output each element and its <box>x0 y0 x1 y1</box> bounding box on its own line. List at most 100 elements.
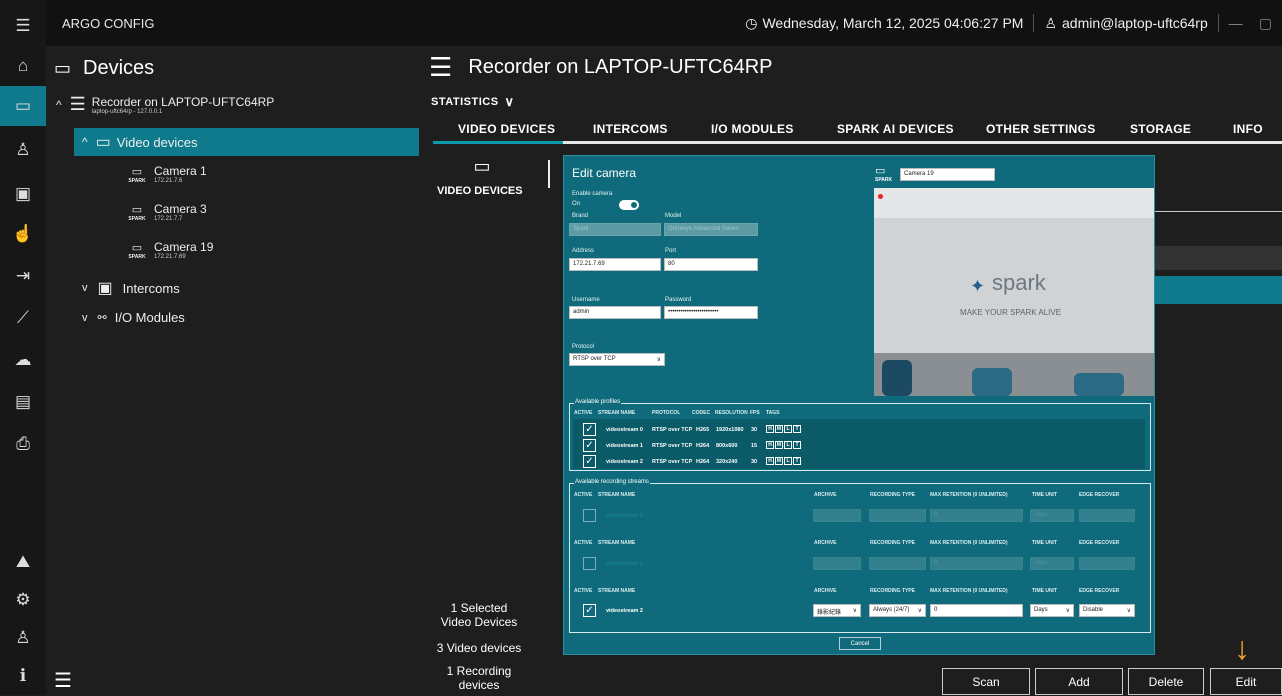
protocol-select[interactable]: RTSP over TCP ∨ <box>569 353 665 366</box>
devices-icon[interactable]: ▭ <box>0 86 46 126</box>
tag-t[interactable]: T <box>793 457 801 465</box>
port-input[interactable]: 80 <box>664 258 758 271</box>
tree-io-modules[interactable]: v ⚯ I/O Modules <box>82 310 185 325</box>
table-row[interactable]: ✓ videostream 2 RTSP over TCP H264 320x2… <box>570 454 1150 469</box>
rec-type-select[interactable] <box>869 557 926 570</box>
username-input[interactable]: admin <box>569 306 661 319</box>
rec-edge-select[interactable] <box>1079 557 1135 570</box>
enable-on-label: On <box>572 201 581 207</box>
rec-edge-select[interactable]: Disable ∨ <box>1079 604 1135 617</box>
rec-type-select[interactable] <box>869 509 926 522</box>
argo-logo-icon[interactable]: ⛰ <box>0 542 46 582</box>
cancel-button[interactable]: Cancel <box>839 637 881 650</box>
restore-icon[interactable]: ▢ <box>1259 15 1272 32</box>
brand-select[interactable]: Spark <box>569 223 661 236</box>
tag-m[interactable]: M <box>775 457 783 465</box>
settings-icon[interactable]: ⚙ <box>0 580 46 620</box>
tab-video-devices[interactable]: VIDEO DEVICES <box>458 122 555 136</box>
table-row[interactable]: ✓ videostream 0 RTSP over TCP H265 1920x… <box>570 422 1150 437</box>
tab-io-modules[interactable]: I/O MODULES <box>711 122 794 136</box>
profile-col-fps: FPS <box>750 410 760 416</box>
recorder-subtitle: laptop-uftc64rp - 127.0.0.1 <box>91 108 163 115</box>
tag-h[interactable]: H <box>766 441 774 449</box>
rec-unit-select[interactable]: Days <box>1030 557 1074 570</box>
tab-info[interactable]: INFO <box>1233 122 1263 136</box>
add-button[interactable]: Add <box>1035 668 1123 695</box>
rec-checkbox[interactable]: ✓ <box>583 604 596 617</box>
tree-camera-3[interactable]: ▭ SPARK Camera 3 172.21.7.7 <box>126 202 206 222</box>
address-input[interactable]: 172.21.7.69 <box>569 258 661 271</box>
profile-checkbox[interactable]: ✓ <box>583 439 596 452</box>
tree-recorder[interactable]: ^ ☰ Recorder on LAPTOP-UFTC64RP laptop-u… <box>56 94 274 115</box>
minimize-icon[interactable]: — <box>1229 15 1243 31</box>
statistics-label: STATISTICS <box>431 96 499 108</box>
analytics-icon[interactable]: ⟋ <box>0 298 46 338</box>
info-icon[interactable]: ℹ <box>0 656 46 696</box>
enable-camera-toggle[interactable] <box>619 200 639 210</box>
table-row[interactable]: ✓ videostream 1 RTSP over TCP H264 800x6… <box>570 438 1150 453</box>
rec-archive-select[interactable] <box>813 557 861 570</box>
home-icon[interactable]: ⌂ <box>0 46 46 86</box>
edit-button[interactable]: Edit <box>1210 668 1282 695</box>
rec-checkbox[interactable] <box>583 557 596 570</box>
chevron-up-icon[interactable]: ^ <box>56 98 62 112</box>
tag-t[interactable]: T <box>793 441 801 449</box>
password-input[interactable]: •••••••••••••••••••••••• <box>664 306 758 319</box>
tag-h[interactable]: H <box>766 457 774 465</box>
users-icon[interactable]: ♙ <box>0 130 46 170</box>
tag-t[interactable]: T <box>793 425 801 433</box>
profile-checkbox[interactable]: ✓ <box>583 423 596 436</box>
rec-retention-input[interactable]: 0 <box>930 509 1023 522</box>
statistics-toggle[interactable]: STATISTICS ∨ <box>431 94 515 110</box>
table-row[interactable]: videostream 1 0 Days <box>570 554 1150 574</box>
tab-storage[interactable]: STORAGE <box>1130 122 1191 136</box>
tab-intercoms[interactable]: INTERCOMS <box>593 122 668 136</box>
chevron-down-icon[interactable]: v <box>82 282 88 294</box>
document-icon[interactable]: ▤ <box>0 382 46 422</box>
tab-other-settings[interactable]: OTHER SETTINGS <box>986 122 1096 136</box>
rec-edge-select[interactable] <box>1079 509 1135 522</box>
table-row[interactable]: ✓ videostream 2 錄影紀錄 ∨ Always (24/7) ∨ 0 D… <box>570 601 1150 621</box>
tree-camera-19[interactable]: ▭ SPARK Camera 19 172.21.7.69 <box>126 240 213 260</box>
tag-m[interactable]: M <box>775 441 783 449</box>
tree-video-devices[interactable]: ^ ▭ Video devices <box>74 128 419 156</box>
printer-icon[interactable]: ⎙ <box>0 424 46 464</box>
rec-archive-select[interactable]: 錄影紀錄 ∨ <box>813 604 861 617</box>
rec-checkbox[interactable] <box>583 509 596 522</box>
model-select[interactable]: Omnieye Advanced Series <box>664 223 758 236</box>
scan-button[interactable]: Scan <box>942 668 1030 695</box>
rec-archive-select[interactable] <box>813 509 861 522</box>
hamburger-menu-icon[interactable]: ☰ <box>0 6 46 46</box>
chevron-up-icon[interactable]: ^ <box>82 135 88 149</box>
monitor-icon[interactable]: ▣ <box>0 174 46 214</box>
delete-button[interactable]: Delete <box>1128 668 1204 695</box>
profile-checkbox[interactable]: ✓ <box>583 455 596 468</box>
camera-ip: 172.21.7.69 <box>154 254 186 260</box>
current-user[interactable]: admin@laptop-uftc64rp <box>1062 15 1208 31</box>
rec-unit-select[interactable]: Days <box>1030 509 1074 522</box>
side-label: VIDEO DEVICES <box>437 185 523 197</box>
profile-tags: HMLT <box>766 457 802 465</box>
tab-spark-ai-devices[interactable]: SPARK AI DEVICES <box>837 122 954 136</box>
rec-retention-input[interactable]: 0 <box>930 557 1023 570</box>
table-row[interactable]: videostream 0 0 Days <box>570 506 1150 526</box>
chevron-down-icon[interactable]: v <box>82 312 88 324</box>
rec-type-select[interactable]: Always (24/7) ∨ <box>869 604 926 617</box>
rec-unit-value: Days <box>1034 607 1048 613</box>
tag-h[interactable]: H <box>766 425 774 433</box>
tag-m[interactable]: M <box>775 425 783 433</box>
rec-retention-input[interactable]: 0 <box>930 604 1023 617</box>
user-icon[interactable]: ♙ <box>0 618 46 658</box>
list-icon[interactable]: ☰ <box>54 668 72 693</box>
tag-l[interactable]: L <box>784 425 792 433</box>
camera-name-input[interactable]: Camera 19 <box>900 168 995 181</box>
cloud-icon[interactable]: ☁ <box>0 340 46 380</box>
tree-camera-1[interactable]: ▭ SPARK Camera 1 172.21.7.6 <box>126 164 206 184</box>
tree-intercoms[interactable]: v ▣ Intercoms <box>82 278 180 298</box>
tag-l[interactable]: L <box>784 441 792 449</box>
tag-l[interactable]: L <box>784 457 792 465</box>
login-icon[interactable]: ⇥ <box>0 256 46 296</box>
camera-icon: ▭ <box>131 203 143 216</box>
rec-unit-select[interactable]: Days ∨ <box>1030 604 1074 617</box>
hand-icon[interactable]: ☝ <box>0 214 46 254</box>
